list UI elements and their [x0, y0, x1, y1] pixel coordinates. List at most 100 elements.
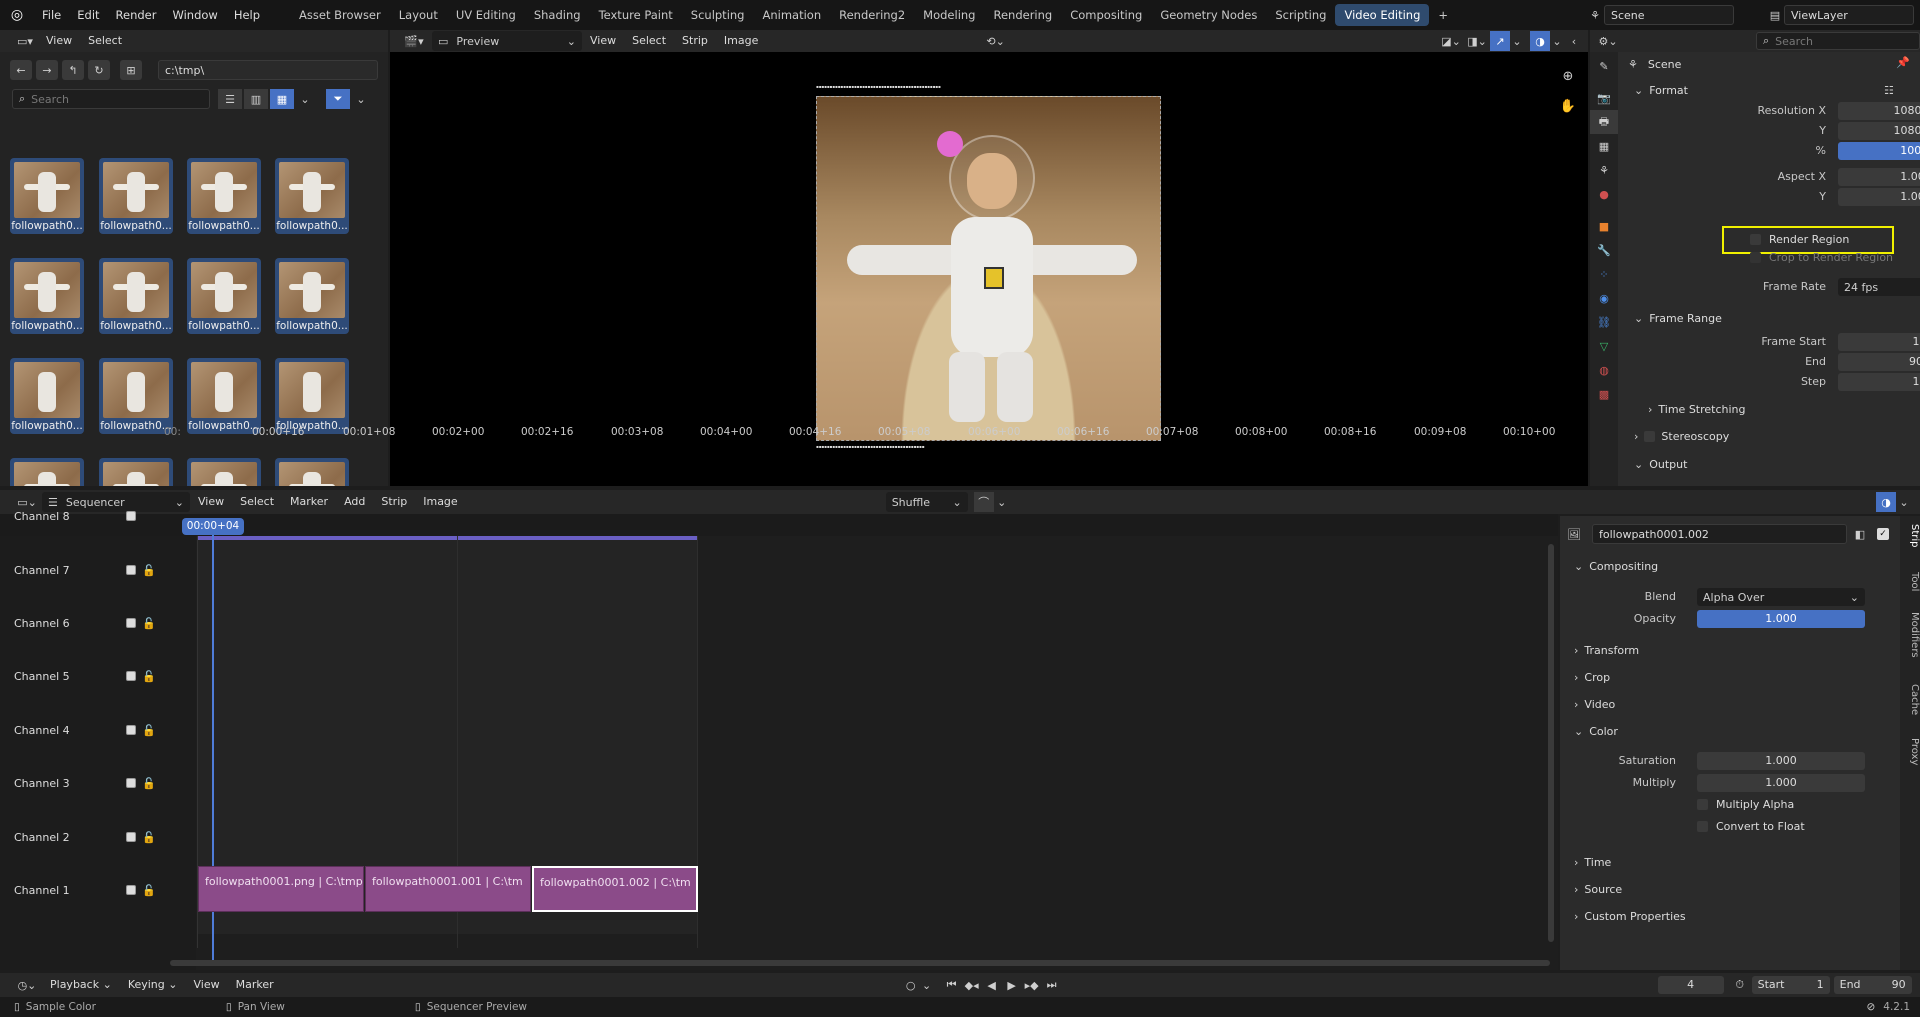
pan-hand-icon[interactable]: ✋ [1558, 96, 1578, 116]
stereoscopy-header[interactable]: › Stereoscopy [1634, 430, 1729, 443]
channel-mute-checkbox[interactable] [126, 778, 136, 788]
tab-asset-browser[interactable]: Asset Browser [290, 4, 390, 26]
scene-field[interactable]: Scene [1604, 5, 1734, 25]
material-icon[interactable]: ◍ [1590, 358, 1618, 382]
render-preview-image[interactable] [816, 96, 1161, 441]
saturation-field[interactable]: 1.000 [1697, 752, 1865, 770]
custom-props-panel-header[interactable]: › Custom Properties [1574, 910, 1686, 923]
frame-range-panel-header[interactable]: ⌄ Frame Range [1634, 312, 1722, 325]
texture-icon[interactable]: ▩ [1590, 382, 1618, 406]
frame-rate-dropdown[interactable]: 24 fps⌄ [1838, 278, 1920, 296]
parent-dir-icon[interactable]: ↰ [62, 60, 84, 80]
pivot-icon[interactable]: ⟲⌄ [986, 35, 1004, 48]
display-channels-icon[interactable]: ◪⌄ [1438, 35, 1464, 48]
file-thumb[interactable]: followpath0... [10, 258, 84, 334]
menu-file[interactable]: File [34, 0, 69, 30]
crop-region-checkbox[interactable]: Crop to Render Region [1750, 251, 1893, 264]
menu-edit[interactable]: Edit [69, 0, 107, 30]
strip-enable-checkbox[interactable]: ✓ [1877, 528, 1889, 540]
tab-sculpting[interactable]: Sculpting [682, 4, 754, 26]
display-dropdown-icon[interactable]: ⌄ [296, 93, 314, 106]
tab-rendering[interactable]: Rendering [984, 4, 1061, 26]
multiply-field[interactable]: 1.000 [1697, 774, 1865, 792]
add-workspace-button[interactable]: + [1429, 4, 1457, 26]
crop-panel-header[interactable]: › Crop [1574, 671, 1610, 684]
sidebar-tab-modifiers[interactable]: Modifiers [1902, 612, 1920, 658]
lock-icon[interactable]: 🔓 [142, 670, 156, 683]
multiply-alpha-checkbox[interactable]: Multiply Alpha [1697, 798, 1794, 811]
filter-icon[interactable]: ⏷ [326, 89, 350, 109]
channel-mute-checkbox[interactable] [126, 618, 136, 628]
frame-end-field[interactable]: 90 [1838, 353, 1920, 371]
sidebar-tab-strip[interactable]: Strip [1902, 524, 1920, 548]
channel-mute-checkbox[interactable] [126, 671, 136, 681]
particles-icon[interactable]: ⁘ [1590, 262, 1618, 286]
preview-menu-select[interactable]: Select [624, 30, 674, 52]
blender-logo-icon[interactable]: ◎ [0, 0, 34, 30]
menu-window[interactable]: Window [164, 0, 225, 30]
color-panel-header[interactable]: ⌄ Color [1574, 725, 1618, 738]
properties-editor-icon[interactable]: ⚙⌄ [1594, 35, 1622, 48]
path-field[interactable]: c:\tmp\ [158, 60, 378, 80]
aspect-x-field[interactable]: 1.000 [1838, 168, 1920, 186]
tab-video-editing[interactable]: Video Editing [1335, 4, 1430, 26]
menu-render[interactable]: Render [108, 0, 165, 30]
object-icon[interactable]: ■ [1590, 214, 1618, 238]
stereoscopy-box[interactable] [1644, 431, 1656, 442]
strip-name-field[interactable]: followpath0001.002 [1592, 524, 1847, 544]
image-strip-active[interactable]: followpath0001.002 | C:\tm [532, 866, 698, 912]
resolution-pct-field[interactable]: 100% [1838, 142, 1920, 160]
fb-menu-select[interactable]: Select [80, 30, 130, 52]
snap-icon[interactable]: ⌒ [973, 492, 994, 512]
lock-icon[interactable]: 🔓 [142, 564, 156, 577]
modifier-icon[interactable]: 🔧 [1590, 238, 1618, 262]
lock-icon[interactable]: 🔓 [142, 777, 156, 790]
file-thumb[interactable] [275, 458, 349, 486]
refresh-icon[interactable]: ↻ [88, 60, 110, 80]
view-layer-selector[interactable]: ▤ ViewLayer [1766, 3, 1914, 27]
pin-icon[interactable]: 📌 [1896, 56, 1910, 69]
compositing-panel-header[interactable]: ⌄ Compositing [1574, 560, 1658, 573]
lock-icon[interactable]: 🔓 [142, 617, 156, 630]
filter-dropdown-icon[interactable]: ⌄ [352, 93, 370, 106]
file-thumb[interactable]: followpath0... [10, 158, 84, 234]
time-panel-header[interactable]: › Time [1574, 856, 1611, 869]
file-thumb[interactable]: followpath0... [187, 358, 261, 434]
tab-geometry-nodes[interactable]: Geometry Nodes [1151, 4, 1266, 26]
tab-scripting[interactable]: Scripting [1266, 4, 1335, 26]
jump-end-icon[interactable]: ⏭ [1042, 978, 1062, 992]
strip-color-tag-icon[interactable]: ◧ [1851, 528, 1869, 541]
back-icon[interactable]: ← [10, 60, 32, 80]
seq-menu-add[interactable]: Add [336, 491, 373, 513]
show-gizmo-icon[interactable]: ↗ [1490, 31, 1510, 51]
file-thumb[interactable]: followpath0... [275, 258, 349, 334]
file-thumb[interactable] [187, 458, 261, 486]
frame-step-field[interactable]: 1 [1838, 373, 1920, 391]
play-reverse-icon[interactable]: ◀ [982, 979, 1002, 992]
sidebar-tab-proxy[interactable]: Proxy [1902, 738, 1920, 765]
seq-menu-image[interactable]: Image [415, 491, 465, 513]
render-icon[interactable]: 📷 [1590, 86, 1618, 110]
time-stretching-header[interactable]: › Time Stretching [1648, 403, 1746, 416]
next-keyframe-icon[interactable]: ▸◆ [1022, 979, 1042, 992]
channel-mute-checkbox[interactable] [126, 511, 136, 521]
prev-keyframe-icon[interactable]: ◆◂ [962, 979, 982, 992]
sidebar-tab-cache[interactable]: Cache [1902, 684, 1920, 715]
view-layer-icon[interactable]: ▦ [1590, 134, 1618, 158]
tab-texture-paint[interactable]: Texture Paint [590, 4, 682, 26]
new-folder-icon[interactable]: ⊞ [120, 60, 142, 80]
tab-animation[interactable]: Animation [753, 4, 830, 26]
keying-dropdown-icon[interactable]: ⌄ [920, 979, 934, 992]
scene-props-icon[interactable]: ⚘ [1590, 158, 1618, 182]
auto-keying-icon[interactable]: ○ [902, 979, 920, 992]
file-thumb[interactable] [10, 458, 84, 486]
channel-mute-checkbox[interactable] [126, 565, 136, 575]
tab-shading[interactable]: Shading [525, 4, 590, 26]
world-icon[interactable]: ● [1590, 182, 1618, 206]
file-thumb[interactable]: followpath0... [99, 158, 173, 234]
output-header[interactable]: ⌄ Output [1634, 458, 1687, 471]
seq-menu-view[interactable]: View [190, 491, 232, 513]
data-icon[interactable]: ▽ [1590, 334, 1618, 358]
file-thumb[interactable]: followpath0... [275, 358, 349, 434]
source-panel-header[interactable]: › Source [1574, 883, 1622, 896]
